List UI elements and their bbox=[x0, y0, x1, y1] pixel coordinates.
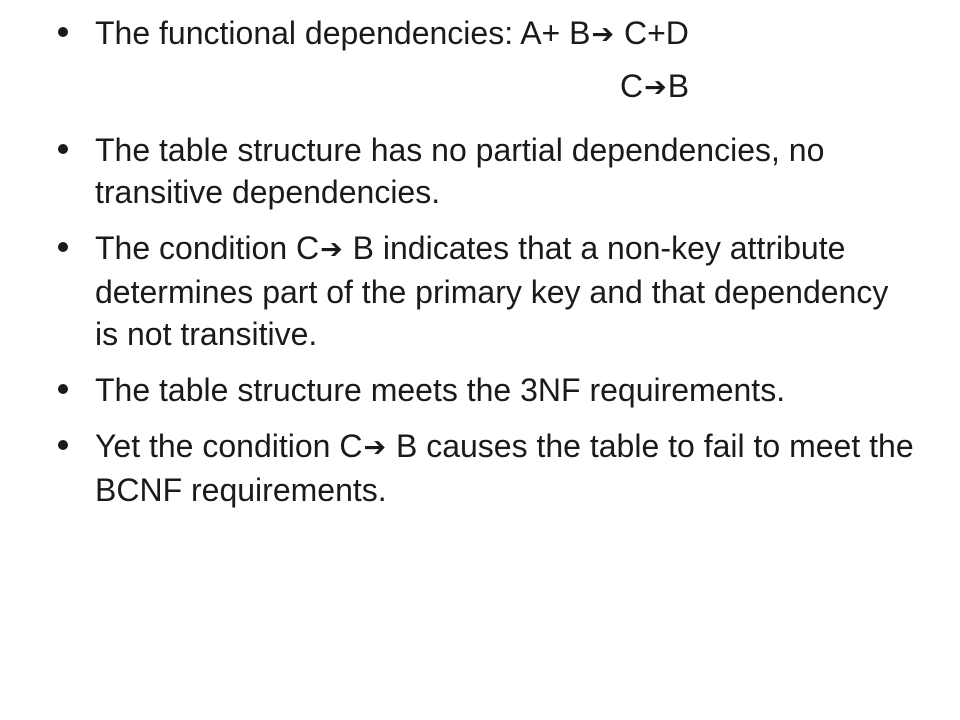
continuation-text-pre: C bbox=[620, 68, 644, 104]
continuation-text-post: B bbox=[667, 68, 690, 104]
right-arrow-icon: ➔ bbox=[644, 72, 667, 103]
bullet-dot-icon bbox=[58, 440, 68, 450]
bullet-fails-bcnf: Yet the condition C➔ B causes the table … bbox=[58, 425, 918, 511]
right-arrow-icon: ➔ bbox=[320, 234, 343, 265]
slide: The functional dependencies: A+ B➔ C+D C… bbox=[0, 0, 960, 720]
bullet-no-partial-dependencies: The table structure has no partial depen… bbox=[58, 129, 918, 213]
bullet-text-pre: The functional dependencies: A+ B bbox=[95, 15, 591, 51]
bullet-dot-icon bbox=[58, 144, 68, 154]
right-arrow-icon: ➔ bbox=[591, 19, 615, 50]
bullet-dot-icon bbox=[58, 242, 68, 252]
bullet-text-post: C+D bbox=[615, 15, 689, 51]
bullet-dot-icon bbox=[58, 384, 68, 394]
right-arrow-icon: ➔ bbox=[363, 432, 387, 463]
bullet-text-pre: Yet the condition C bbox=[95, 428, 363, 464]
bullet-list: The functional dependencies: A+ B➔ C+D C… bbox=[58, 12, 918, 525]
bullet-text: The table structure meets the 3NF requir… bbox=[95, 372, 786, 408]
bullet-meets-3nf: The table structure meets the 3NF requir… bbox=[58, 369, 918, 411]
bullet-condition-nonkey: The condition C➔ B indicates that a non-… bbox=[58, 227, 918, 355]
bullet-text-pre: The condition C bbox=[95, 230, 320, 266]
bullet-text: The table structure has no partial depen… bbox=[95, 132, 825, 210]
bullet-dot-icon bbox=[58, 27, 68, 37]
dependency-continuation-line: C➔B bbox=[58, 65, 918, 109]
bullet-functional-dependencies: The functional dependencies: A+ B➔ C+D bbox=[58, 12, 918, 56]
